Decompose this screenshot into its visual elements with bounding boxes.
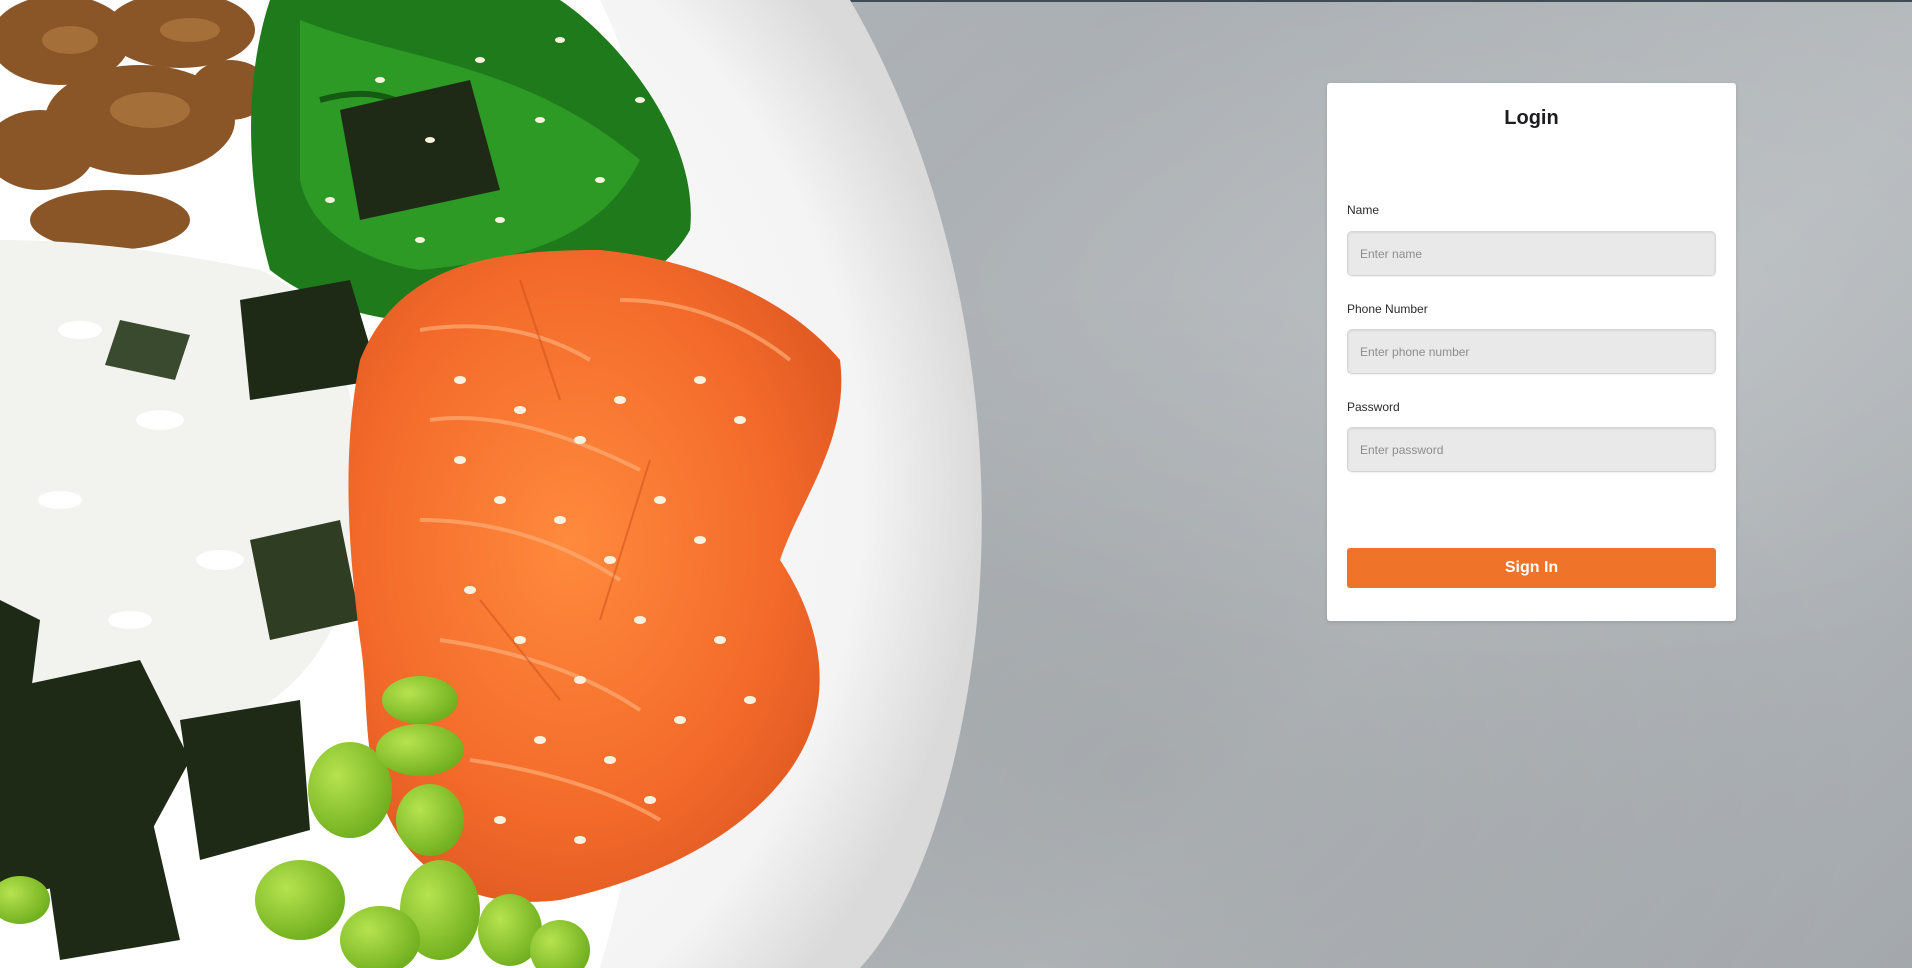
login-title: Login [1504,107,1559,129]
password-label: Password [1347,400,1400,414]
name-label: Name [1347,203,1380,217]
login-card: Login Name Phone Number Password Sign In [1327,83,1736,621]
phone-number-input[interactable] [1347,329,1716,374]
phone-number-label: Phone Number [1347,302,1428,316]
hero-food-image [0,0,990,968]
password-input[interactable] [1347,427,1716,472]
sign-in-button[interactable]: Sign In [1347,548,1716,588]
name-input[interactable] [1347,231,1716,276]
